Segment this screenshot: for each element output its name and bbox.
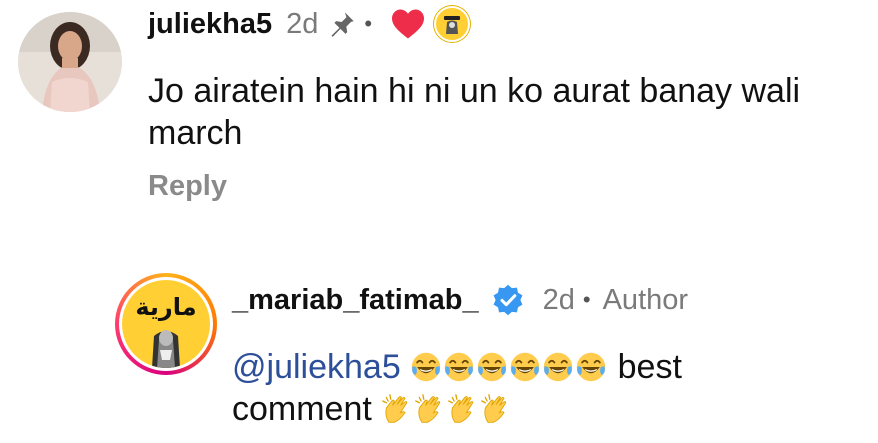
author-label: Author (602, 283, 689, 316)
verified-icon (491, 283, 525, 317)
laughing-emoji (510, 352, 540, 382)
comment-text-word: comment (232, 390, 372, 428)
avatar[interactable] (18, 12, 122, 112)
comment-age: 2d (286, 7, 319, 40)
comment-text-word: best (617, 348, 682, 386)
mention-link[interactable]: @juliekha5 (232, 348, 401, 386)
avatar-ring-gap: مارية (119, 277, 213, 371)
clapping-emoji (481, 394, 507, 423)
creator-liked-badge (434, 6, 471, 42)
comment-header: _mariab_fatimab_ 2d • Author (232, 276, 688, 324)
comment-text: @juliekha5 best comment (232, 346, 852, 430)
heart-icon[interactable] (390, 8, 426, 40)
separator-dot: • (582, 287, 591, 312)
laughing-emoji (411, 352, 441, 382)
laughing-emoji (477, 352, 507, 382)
username[interactable]: _mariab_fatimab_ (232, 284, 479, 317)
comment-header: juliekha5 2d • (148, 0, 471, 48)
separator-dot: • (364, 11, 373, 36)
avatar: مارية (122, 280, 210, 368)
pin-icon (328, 10, 356, 38)
comment-age: 2d (542, 283, 575, 316)
clapping-emoji (382, 394, 408, 423)
avatar-figure-icon (152, 330, 180, 368)
avatar-photo (18, 12, 122, 112)
comment-text: Jo airatein hain hi ni un ko aurat banay… (148, 72, 801, 152)
clapping-emoji (415, 394, 441, 423)
laughing-emoji (576, 352, 606, 382)
clapping-emoji-group (381, 390, 513, 428)
laughing-emoji-group (410, 348, 608, 386)
laughing-emoji (543, 352, 573, 382)
avatar-story-ring[interactable]: مارية (115, 273, 217, 375)
reply-button[interactable]: Reply (148, 170, 227, 203)
username[interactable]: juliekha5 (148, 8, 272, 41)
laughing-emoji (444, 352, 474, 382)
clapping-emoji (448, 394, 474, 423)
